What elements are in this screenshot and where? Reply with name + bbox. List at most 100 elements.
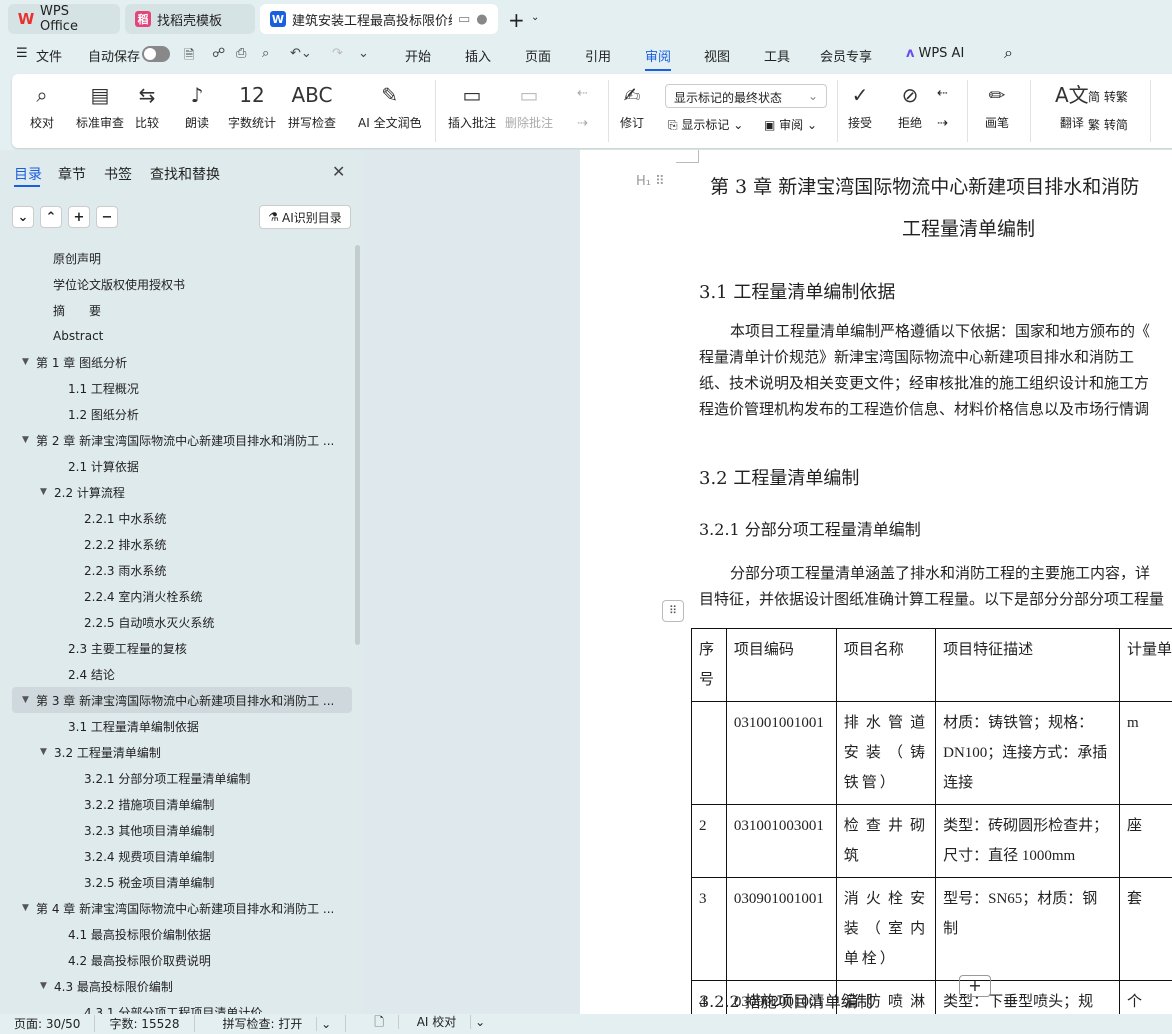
menu-4[interactable]: 审阅	[645, 46, 671, 71]
heading-level-icon[interactable]: H₁ ⠿	[636, 174, 665, 189]
ribbon-button-spell-check[interactable]: ABC拼写检查	[288, 82, 336, 131]
table-cell[interactable]: 检查井砌筑	[836, 805, 935, 878]
tab-active-document[interactable]: W建筑安装工程最高投标限价编▭●	[260, 4, 498, 34]
expand-arrow-icon[interactable]: ▼	[40, 747, 54, 757]
expand-down-button[interactable]: ⌄	[12, 206, 34, 228]
ribbon-button-pen[interactable]: ✏画笔	[985, 82, 1009, 131]
toc-item[interactable]: 2.4 结论	[12, 661, 352, 687]
expand-arrow-icon[interactable]: ▼	[22, 435, 36, 445]
toc-item[interactable]: 3.2.5 税金项目清单编制	[12, 869, 352, 895]
menu-6[interactable]: 工具	[764, 46, 790, 65]
table-cell[interactable]: 套	[1119, 878, 1172, 981]
next-comment-icon[interactable]: ⇢	[577, 116, 588, 131]
ribbon-button-translate[interactable]: A文翻译	[1055, 82, 1089, 131]
menu-0[interactable]: 开始	[405, 46, 431, 65]
table-cell[interactable]	[692, 702, 727, 805]
table-cell[interactable]: m	[1119, 702, 1172, 805]
toc-item[interactable]: 2.1 计算依据	[12, 453, 352, 479]
menu-5[interactable]: 视图	[704, 46, 730, 65]
table-cell[interactable]: 座	[1119, 805, 1172, 878]
table-cell[interactable]: 排水管道安装（铸铁管）	[836, 702, 935, 805]
ribbon-button-proofread[interactable]: ⌕校对	[30, 82, 54, 131]
pane-tab-1[interactable]: 章节	[58, 164, 86, 184]
ribbon-button-ai-polish[interactable]: ✎AI 全文润色	[358, 82, 422, 131]
share-icon[interactable]: ☍	[212, 46, 225, 61]
demote-button[interactable]: −	[96, 206, 118, 228]
table-cell[interactable]: 型号：SN65；材质：钢制	[936, 878, 1120, 981]
to-traditional-button[interactable]: 简 转繁	[1088, 88, 1128, 105]
toc-item[interactable]: 学位论文版权使用授权书	[12, 271, 352, 297]
toc-item[interactable]: Abstract	[12, 323, 352, 349]
previous-change-icon[interactable]: ⇠	[937, 86, 948, 101]
toc-scrollbar[interactable]	[355, 245, 360, 645]
toc-item[interactable]: ▼第 1 章 图纸分析	[12, 349, 352, 375]
tab-list-chevron-icon[interactable]: ⌄	[531, 12, 539, 23]
toc-item[interactable]: 2.2.5 自动喷水灭火系统	[12, 609, 352, 635]
promote-button[interactable]: +	[68, 206, 90, 228]
expand-arrow-icon[interactable]: ▼	[40, 487, 54, 497]
ribbon-button-track-changes[interactable]: ✍修订	[620, 82, 644, 131]
table-cell[interactable]: 个	[1119, 981, 1172, 1015]
toc-item[interactable]: ▼第 3 章 新津宝湾国际物流中心新建项目排水和消防工 ...	[12, 687, 352, 713]
toc-item[interactable]: 2.3 主要工程量的复核	[12, 635, 352, 661]
menu-3[interactable]: 引用	[585, 46, 611, 65]
close-pane-icon[interactable]: ✕	[332, 162, 345, 181]
search-icon[interactable]: ⌕	[1004, 43, 1013, 63]
ribbon-button-word-count[interactable]: 12字数统计	[228, 82, 276, 131]
hamburger-icon[interactable]: ☰	[16, 46, 28, 61]
ribbon-button-insert-comment[interactable]: ▭插入批注	[448, 82, 496, 131]
toc-item[interactable]: 2.2.1 中水系统	[12, 505, 352, 531]
toc-item[interactable]: 2.2.3 雨水系统	[12, 557, 352, 583]
wps-ai-button[interactable]: ʌWPS AI	[906, 46, 964, 61]
table-cell[interactable]: 消火栓安装（室内单栓）	[836, 878, 935, 981]
table-cell[interactable]: 材质：铸铁管；规格：DN100；连接方式：承插连接	[936, 702, 1120, 805]
tab-wps-office[interactable]: WWPS Office	[8, 4, 120, 34]
menu-2[interactable]: 页面	[525, 46, 551, 65]
menu-7[interactable]: 会员专享	[820, 46, 872, 65]
toc-item[interactable]: ▼2.2 计算流程	[12, 479, 352, 505]
toc-item[interactable]: 3.2.3 其他项目清单编制	[12, 817, 352, 843]
print-preview-icon[interactable]: ⌕	[262, 46, 269, 61]
expand-arrow-icon[interactable]: ▼	[40, 981, 54, 991]
table-cell[interactable]: 2	[692, 805, 727, 878]
tab-docer-templates[interactable]: 稻找稻壳模板	[125, 4, 255, 34]
ribbon-button-delete-comment[interactable]: ▭删除批注	[505, 82, 553, 131]
toc-item[interactable]: 3.2.2 措施项目清单编制	[12, 791, 352, 817]
expand-arrow-icon[interactable]: ▼	[22, 695, 36, 705]
redo-icon[interactable]: ↷	[332, 46, 343, 61]
toc-item[interactable]: 2.2.2 排水系统	[12, 531, 352, 557]
new-tab-button[interactable]: +	[508, 8, 525, 32]
save-icon[interactable]: 🗎	[184, 46, 194, 68]
toc-item[interactable]: 3.1 工程量清单编制依据	[12, 713, 352, 739]
toc-item[interactable]: 3.2.1 分部分项工程量清单编制	[12, 765, 352, 791]
toc-item[interactable]: 摘 要	[12, 297, 352, 323]
next-change-icon[interactable]: ⇢	[937, 116, 948, 131]
review-pane-button[interactable]: ▣ 审阅 ⌄	[764, 116, 817, 133]
ai-toc-button[interactable]: ⚗AI识别目录	[259, 205, 351, 229]
menu-1[interactable]: 插入	[465, 46, 491, 65]
pane-tab-0[interactable]: 目录	[14, 164, 42, 184]
toc-item[interactable]: 4.2 最高投标限价取费说明	[12, 947, 352, 973]
add-table-row-button[interactable]: +	[959, 975, 991, 997]
toc-item[interactable]: 1.2 图纸分析	[12, 401, 352, 427]
more-chevron-icon[interactable]: ⌄	[358, 46, 369, 61]
menu-file[interactable]: 文件	[36, 46, 62, 65]
prev-comment-icon[interactable]: ⇠	[577, 86, 588, 101]
ribbon-button-standard-review[interactable]: ▤标准审查	[76, 82, 124, 131]
expand-arrow-icon[interactable]: ▼	[22, 357, 36, 367]
toc-item[interactable]: 原创声明	[12, 245, 352, 271]
markup-mode-select[interactable]: 显示标记的最终状态⌄	[665, 84, 827, 108]
table-cell[interactable]: 031001003001	[726, 805, 836, 878]
toc-item[interactable]: ▼4.3 最高投标限价编制	[12, 973, 352, 999]
toc-item[interactable]: 4.1 最高投标限价编制依据	[12, 921, 352, 947]
ribbon-button-accept[interactable]: ✓接受	[848, 82, 872, 131]
to-simplified-button[interactable]: 繁 转简	[1088, 116, 1128, 133]
toc-item[interactable]: ▼3.2 工程量清单编制	[12, 739, 352, 765]
table-cell[interactable]: 031001001001	[726, 702, 836, 805]
ai-check-button[interactable]: 🗋 AI 校对 ⌄	[346, 1013, 499, 1034]
collapse-up-button[interactable]: ⌃	[40, 206, 62, 228]
table-handle-icon[interactable]: ⠿	[662, 600, 684, 622]
table-cell[interactable]: 030901001001	[726, 878, 836, 981]
show-markup-button[interactable]: ⎘ 显示标记 ⌄	[668, 116, 743, 133]
toc-item[interactable]: ▼第 4 章 新津宝湾国际物流中心新建项目排水和消防工 ...	[12, 895, 352, 921]
